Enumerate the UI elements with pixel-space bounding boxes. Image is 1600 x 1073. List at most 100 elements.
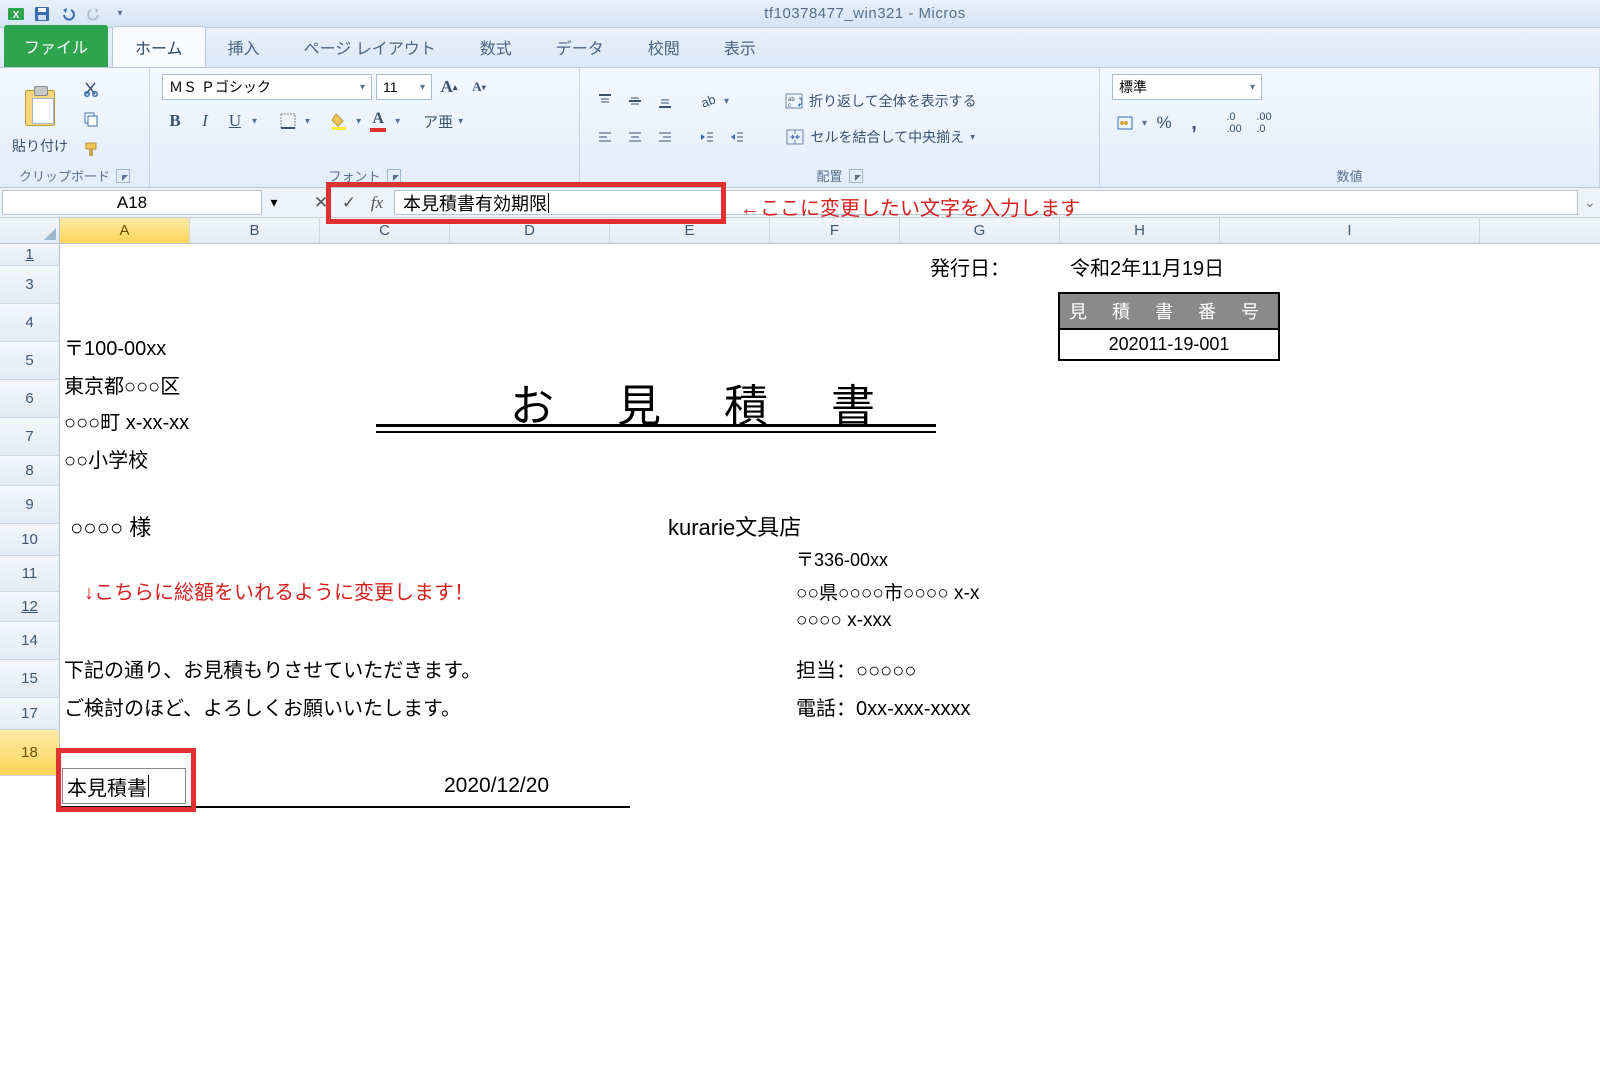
row-header-8[interactable]: 8 [0, 456, 60, 486]
col-header-e[interactable]: E [610, 218, 770, 243]
font-launcher-icon[interactable] [387, 169, 401, 183]
dec-decimal-icon[interactable]: .00.0 [1251, 110, 1277, 136]
row-header-11[interactable]: 11 [0, 556, 60, 592]
paste-button[interactable] [18, 82, 62, 132]
tab-insert[interactable]: 挿入 [206, 27, 282, 67]
shop-postal: 〒336-00xx [796, 546, 888, 572]
col-header-f[interactable]: F [770, 218, 900, 243]
align-middle-icon[interactable] [622, 88, 648, 114]
border-icon[interactable] [275, 108, 301, 134]
row-header-18[interactable]: 18 [0, 730, 60, 776]
align-center-icon[interactable] [622, 124, 648, 150]
cut-icon[interactable] [78, 76, 104, 102]
row-header-6[interactable]: 6 [0, 380, 60, 418]
col-header-c[interactable]: C [320, 218, 450, 243]
align-top-icon[interactable] [592, 88, 618, 114]
merge-center-button[interactable]: セルを結合して中央揃え▾ [778, 124, 984, 150]
align-right-icon[interactable] [652, 124, 678, 150]
comma-icon[interactable]: , [1181, 110, 1207, 136]
indent-inc-icon[interactable] [724, 124, 750, 150]
col-header-i[interactable]: I [1220, 218, 1480, 243]
tab-view[interactable]: 表示 [702, 27, 778, 67]
annotation-total-text: ↓こちらに総額をいれるように変更します！ [84, 576, 474, 605]
group-number-label: 数値 [1336, 166, 1362, 185]
shop-person: 担当：○○○○○ [796, 654, 916, 683]
save-icon[interactable] [32, 4, 52, 24]
font-name-select[interactable]: ＭＳ Ｐゴシック▾ [162, 74, 372, 100]
tab-review[interactable]: 校閲 [626, 27, 702, 67]
confirm-edit-icon[interactable]: ✓ [336, 192, 362, 214]
col-header-h[interactable]: H [1060, 218, 1220, 243]
align-left-icon[interactable] [592, 124, 618, 150]
font-size-select[interactable]: 11▾ [376, 74, 432, 100]
body-line2: ご検討のほど、よろしくお願いいたします。 [64, 692, 461, 721]
svg-text:ab: ab [699, 93, 715, 109]
insert-function-icon[interactable]: fx [364, 192, 390, 214]
inc-decimal-icon[interactable]: .0.00 [1221, 110, 1247, 136]
issue-date-label: 発行日： [930, 252, 1010, 281]
shop-addr2: ○○○○ x-xxx [796, 610, 892, 632]
tab-formula[interactable]: 数式 [458, 27, 534, 67]
align-launcher-icon[interactable] [849, 169, 863, 183]
fill-color-icon[interactable] [326, 108, 352, 134]
format-painter-icon[interactable] [78, 136, 104, 162]
customer-postal: 〒100-00xx [64, 332, 166, 361]
copy-icon[interactable] [78, 106, 104, 132]
row-header-7[interactable]: 7 [0, 418, 60, 456]
window-title: tf10378477_win321 - Micros [136, 5, 1594, 22]
row-header-1[interactable]: 1 [0, 244, 60, 266]
group-align-label: 配置 [816, 166, 842, 185]
row-header-9[interactable]: 9 [0, 486, 60, 524]
cancel-edit-icon[interactable]: ✕ [308, 192, 334, 214]
expand-formula-bar-icon[interactable]: ⌄ [1580, 188, 1600, 217]
col-header-g[interactable]: G [900, 218, 1060, 243]
col-header-a[interactable]: A [60, 218, 190, 243]
col-header-b[interactable]: B [190, 218, 320, 243]
align-bottom-icon[interactable] [652, 88, 678, 114]
col-header-d[interactable]: D [450, 218, 610, 243]
excel-app-icon[interactable]: X [6, 4, 26, 24]
row-header-17[interactable]: 17 [0, 698, 60, 730]
tab-file[interactable]: ファイル [4, 25, 108, 67]
phonetic-icon[interactable]: ア亜 [422, 108, 454, 134]
italic-button[interactable]: I [192, 108, 218, 134]
tab-page-layout[interactable]: ページ レイアウト [282, 27, 458, 67]
undo-icon[interactable] [58, 4, 78, 24]
indent-dec-icon[interactable] [694, 124, 720, 150]
row-header-4[interactable]: 4 [0, 304, 60, 342]
number-format-select[interactable]: 標準▾ [1112, 74, 1262, 100]
row-header-10[interactable]: 10 [0, 524, 60, 556]
percent-icon[interactable]: % [1151, 110, 1177, 136]
row-header-5[interactable]: 5 [0, 342, 60, 380]
shop-addr1: ○○県○○○○市○○○○ x-x [796, 578, 979, 605]
clipboard-launcher-icon[interactable] [116, 169, 130, 183]
tab-home[interactable]: ホーム [112, 26, 206, 67]
estimate-underline [60, 806, 630, 808]
grow-font-icon[interactable]: A▴ [436, 74, 462, 100]
redo-icon[interactable] [84, 4, 104, 24]
shop-tel: 電話：0xx-xxx-xxxx [796, 692, 970, 721]
font-color-icon[interactable]: A [365, 108, 391, 134]
title-underline-2 [376, 431, 936, 433]
name-box[interactable]: A18 [2, 190, 262, 215]
bold-button[interactable]: B [162, 108, 188, 134]
accounting-format-icon[interactable] [1112, 110, 1138, 136]
orientation-icon[interactable]: ab [694, 88, 720, 114]
select-all-corner[interactable] [0, 218, 60, 243]
qat-customize-icon[interactable]: ▾ [110, 4, 130, 24]
annotation-formula-text: ←ここに変更したい文字を入力します [740, 192, 1080, 221]
wrap-text-button[interactable]: abc折り返して全体を表示する [778, 88, 984, 114]
customer-pref: 東京都○○○区 [64, 370, 180, 399]
tab-data[interactable]: データ [534, 27, 626, 67]
paste-label: 貼り付け [12, 136, 68, 156]
row-header-3[interactable]: 3 [0, 266, 60, 304]
row-header-15[interactable]: 15 [0, 660, 60, 698]
svg-text:c: c [788, 103, 791, 109]
active-cell-edit[interactable]: 本見積書 [62, 768, 186, 804]
row-header-12[interactable]: 12 [0, 592, 60, 622]
shrink-font-icon[interactable]: A▾ [466, 74, 492, 100]
recipient: ○○○○ 様 [70, 510, 151, 542]
namebox-dropdown-icon[interactable]: ▾ [264, 188, 284, 217]
underline-button[interactable]: U [222, 108, 248, 134]
row-header-14[interactable]: 14 [0, 622, 60, 660]
